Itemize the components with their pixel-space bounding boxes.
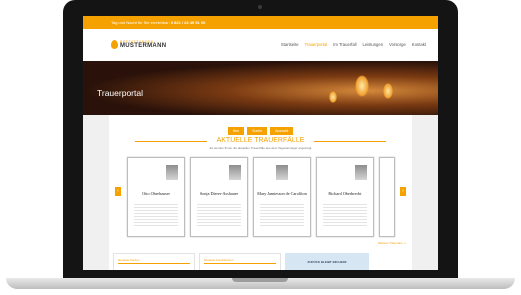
obituary-card[interactable]: Otto Oberhauser (127, 157, 185, 237)
laptop-notch (232, 278, 288, 282)
logo-big-text: MUSTERMANN (120, 43, 167, 49)
section-subtitle: Es werden Ihnen die aktuellen Trauerfäll… (209, 146, 312, 150)
filter-buttons: Neu Suche Auswahl (109, 127, 412, 135)
candle-flame (355, 75, 369, 97)
obituary-card[interactable]: Richard Oberbrecht (316, 157, 374, 237)
more-obituaries-link[interactable]: Weitere Traueranz. » (378, 241, 406, 245)
filter-suche-button[interactable]: Suche (247, 127, 268, 135)
top-bar: Tag und Nacht für Sie erreichbar: 0 821 … (83, 16, 438, 29)
box-label: Neueste Kerzen (118, 258, 140, 262)
obituary-carousel: Otto Oberhauser Sonja Dierer-Asshauer Ma… (127, 157, 397, 237)
nav-item-im-trauerfall[interactable]: Im Trauerfall (333, 42, 356, 47)
flame-logo-icon (111, 40, 118, 49)
latest-condolences-box[interactable]: Neueste Kondolenzen (199, 253, 281, 270)
filter-auswahl-button[interactable]: Auswahl (270, 127, 294, 135)
carousel-prev-button[interactable]: ‹ (115, 187, 121, 196)
filter-neu-button[interactable]: Neu (227, 127, 245, 135)
obituary-name: Mary Jamiesson de Carolfton (257, 191, 307, 196)
box-label: ZURÜCK BLEIBT EIN HERZ (307, 260, 347, 264)
box-divider (204, 263, 276, 264)
main-nav: Startseite Trauerportal Im Trauerfall Le… (281, 42, 426, 47)
portrait-photo (355, 165, 367, 180)
camera (258, 5, 262, 9)
obituary-name: Richard Oberbrecht (328, 191, 362, 196)
carousel-next-button[interactable]: › (400, 187, 406, 196)
obituary-text (323, 202, 367, 228)
laptop-base (6, 278, 515, 289)
main-content: Neu Suche Auswahl AKTUELLE TRAUERFÄLLE E… (109, 115, 412, 270)
candle-flame (383, 83, 393, 99)
screen: Tag und Nacht für Sie erreichbar: 0 821 … (83, 16, 438, 270)
box-label: Neueste Kondolenzen (204, 258, 234, 262)
obituary-text (134, 202, 178, 228)
obituary-name: Sonja Dierer-Asshauer (199, 191, 239, 196)
portrait-photo (229, 165, 241, 180)
portrait-photo (276, 165, 288, 180)
heart-info-box[interactable]: ZURÜCK BLEIBT EIN HERZ (285, 253, 369, 270)
obituary-card-partial[interactable] (379, 157, 395, 237)
nav-item-vorsorge[interactable]: Vorsorge (389, 42, 406, 47)
nav-item-startseite[interactable]: Startseite (281, 42, 299, 47)
obituary-text (260, 202, 304, 228)
hero-title: Trauerportal (97, 88, 143, 98)
hero-banner: Trauerportal (83, 61, 438, 115)
site-header: BESTATTUNGEN MUSTERMANN Startseite Traue… (83, 29, 438, 61)
candle-flame (329, 91, 337, 103)
obituary-card[interactable]: Sonja Dierer-Asshauer (190, 157, 248, 237)
portrait-photo (166, 165, 178, 180)
obituary-name: Otto Oberhauser (142, 191, 170, 196)
obituary-card[interactable]: Mary Jamiesson de Carolfton (253, 157, 311, 237)
latest-candles-box[interactable]: Neueste Kerzen (113, 253, 195, 270)
nav-item-kontakt[interactable]: Kontakt (412, 42, 426, 47)
section-title: AKTUELLE TRAUERFÄLLE (216, 137, 305, 144)
box-divider (118, 263, 190, 264)
nav-item-trauerportal[interactable]: Trauerportal (305, 42, 328, 47)
topbar-text: Tag und Nacht für Sie erreichbar: (111, 20, 170, 25)
nav-item-leistungen[interactable]: Leistungen (363, 42, 384, 47)
topbar-phone[interactable]: 0 821 / 23 49 91 00 (171, 20, 205, 25)
obituary-text (197, 202, 241, 228)
